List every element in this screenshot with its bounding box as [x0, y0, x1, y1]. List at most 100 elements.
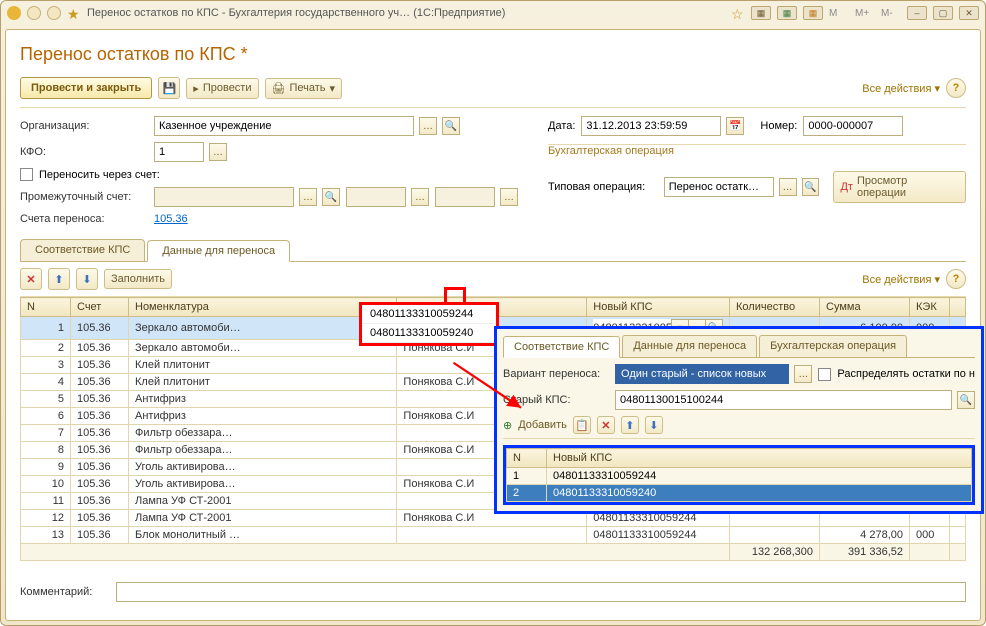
popup-col-n[interactable]: N — [507, 449, 547, 468]
kfo-value: 1 — [159, 146, 199, 158]
submit-label: Провести — [203, 82, 252, 94]
type-op-field[interactable]: Перенос остатк… — [664, 177, 774, 197]
copy-icon[interactable]: 📋 — [573, 416, 591, 434]
kfo-field[interactable]: 1 — [154, 142, 204, 162]
table-row[interactable]: 13 105.36 Блок монолитный … 048011333100… — [21, 527, 966, 544]
org-search-icon[interactable]: 🔍 — [442, 117, 460, 135]
calendar-icon[interactable]: 📅 — [726, 117, 744, 135]
memory-mm[interactable]: M- — [881, 8, 901, 19]
variant-dots-icon[interactable]: … — [794, 365, 812, 383]
memory-mp[interactable]: M+ — [855, 8, 875, 19]
popup-delete-icon[interactable]: ✕ — [597, 416, 615, 434]
submit-button[interactable]: ▸ Провести — [186, 78, 258, 99]
intermediate-search-icon[interactable]: 🔍 — [322, 188, 340, 206]
grid-all-actions-link[interactable]: Все действия ▾ — [862, 273, 940, 286]
kfo-label: КФО: — [20, 146, 148, 158]
popup-row-1: 104801133310059244 — [507, 468, 972, 485]
variant-label: Вариант переноса: — [503, 368, 609, 380]
tool-icon-2[interactable]: ▦ — [777, 6, 797, 20]
col-kek[interactable]: КЭК — [910, 298, 950, 317]
kps-dropdown[interactable]: 04801133310059244 04801133310059240 — [359, 302, 499, 346]
tool-icon-1[interactable]: ▦ — [751, 6, 771, 20]
delete-icon[interactable]: ✕ — [20, 268, 42, 290]
add-button[interactable]: Добавить — [518, 419, 567, 431]
old-kps-search-icon[interactable]: 🔍 — [957, 391, 975, 409]
type-op-label: Типовая операция: — [548, 181, 658, 193]
intermediate-dots-icon-2[interactable]: … — [411, 188, 429, 206]
dropdown-item-2[interactable]: 04801133310059240 — [362, 324, 496, 343]
popup-down-icon[interactable]: ⬇ — [645, 416, 663, 434]
back-icon[interactable] — [27, 6, 41, 20]
variant-field[interactable]: Один старый - список новых — [615, 364, 789, 384]
transfer-via-checkbox[interactable] — [20, 168, 33, 181]
variant-value: Один старый - список новых — [621, 368, 766, 380]
type-op-search-icon[interactable]: 🔍 — [802, 178, 820, 196]
kfo-select-icon[interactable]: … — [209, 143, 227, 161]
favorite-icon[interactable]: ☆ — [731, 6, 745, 20]
grid-toolbar: ✕ ⬆ ⬇ Заполнить Все действия ▾ ? — [20, 262, 966, 297]
col-kps[interactable]: Новый КПС — [587, 298, 730, 317]
main-toolbar: Провести и закрыть 💾 ▸ Провести 🖨Печать ▾… — [20, 77, 966, 108]
type-op-value: Перенос остатк… — [669, 181, 769, 193]
tab-data-transfer[interactable]: Данные для переноса — [147, 240, 290, 262]
tab-correspondence[interactable]: Соответствие КПС — [20, 239, 145, 261]
submit-icon: ▸ — [193, 82, 199, 95]
type-op-dots-icon[interactable]: … — [779, 178, 797, 196]
fill-button[interactable]: Заполнить — [104, 269, 172, 289]
accounts-link[interactable]: 105.36 — [154, 213, 188, 225]
app-icon — [7, 6, 21, 20]
distribute-checkbox[interactable] — [818, 368, 831, 381]
popup-tab-3[interactable]: Бухгалтерская операция — [759, 335, 907, 357]
comment-field[interactable] — [116, 582, 966, 602]
intermediate-dots-icon[interactable]: … — [299, 188, 317, 206]
dropdown-item-1[interactable]: 04801133310059244 — [362, 305, 496, 324]
all-actions-link[interactable]: Все действия ▾ — [862, 82, 940, 95]
minimize-icon[interactable]: – — [907, 6, 927, 20]
number-field[interactable]: 0000-000007 — [803, 116, 903, 136]
intermediate-dots-icon-3[interactable]: … — [500, 188, 518, 206]
move-up-icon[interactable]: ⬆ — [48, 268, 70, 290]
comment-label: Комментарий: — [20, 586, 110, 598]
grid-help-icon[interactable]: ? — [946, 269, 966, 289]
col-nomen[interactable]: Номенклатура — [129, 298, 397, 317]
save-icon[interactable]: 💾 — [158, 77, 180, 99]
footer-sum: 391 336,52 — [820, 544, 910, 561]
move-down-icon[interactable]: ⬇ — [76, 268, 98, 290]
help-icon[interactable]: ? — [946, 78, 966, 98]
popup-up-icon[interactable]: ⬆ — [621, 416, 639, 434]
col-qty[interactable]: Количество — [730, 298, 820, 317]
intermediate-label: Промежуточный счет: — [20, 191, 148, 203]
popup-tab-2[interactable]: Данные для переноса — [622, 335, 757, 357]
view-op-label: Просмотр операции — [857, 175, 959, 199]
date-field[interactable]: 31.12.2013 23:59:59 — [581, 116, 721, 136]
popup-tab-1[interactable]: Соответствие КПС — [503, 336, 620, 358]
accounting-op-legend: Бухгалтерская операция — [548, 145, 674, 157]
popup-row-2: 204801133310059240 — [507, 485, 972, 502]
close-icon[interactable]: ✕ — [959, 6, 979, 20]
number-label: Номер: — [760, 120, 797, 132]
old-kps-label: Старый КПС: — [503, 394, 609, 406]
org-field[interactable]: Казенное учреждение — [154, 116, 414, 136]
star-icon[interactable]: ★ — [67, 6, 81, 20]
add-icon[interactable]: ⊕ — [503, 419, 512, 432]
tool-icon-3[interactable]: ▦ — [803, 6, 823, 20]
col-acct[interactable]: Счет — [71, 298, 129, 317]
popup-col-kps[interactable]: Новый КПС — [547, 449, 972, 468]
old-kps-field[interactable]: 04801130015100244 — [615, 390, 952, 410]
submit-close-button[interactable]: Провести и закрыть — [20, 77, 152, 99]
col-sum[interactable]: Сумма — [820, 298, 910, 317]
memory-m[interactable]: M — [829, 8, 849, 19]
titlebar: ★ Перенос остатков по КПС - Бухгалтерия … — [1, 1, 985, 25]
tabs: Соответствие КПС Данные для переноса — [20, 239, 966, 262]
footer-qty: 132 268,300 — [730, 544, 820, 561]
col-n[interactable]: N — [21, 298, 71, 317]
org-label: Организация: — [20, 120, 148, 132]
print-button[interactable]: 🖨Печать ▾ — [265, 78, 343, 99]
org-value: Казенное учреждение — [159, 120, 409, 132]
view-op-button[interactable]: Дт Просмотр операции — [833, 171, 966, 203]
org-select-icon[interactable]: … — [419, 117, 437, 135]
forward-icon[interactable] — [47, 6, 61, 20]
accounts-label: Счета переноса: — [20, 213, 148, 225]
maximize-icon[interactable]: ▢ — [933, 6, 953, 20]
popup-grid[interactable]: N Новый КПС 104801133310059244 204801133… — [506, 448, 972, 502]
